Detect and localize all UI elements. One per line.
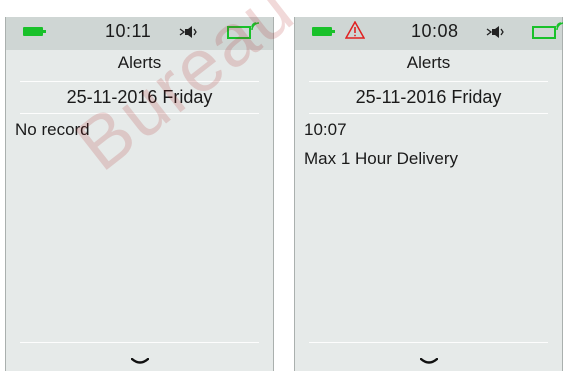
- page-title: Alerts: [406, 53, 451, 72]
- status-time: 10:08: [411, 21, 459, 41]
- status-time: 10:11: [105, 21, 152, 41]
- pump-signal-icon: [532, 22, 563, 39]
- date-line: 25-11-2016 Friday: [355, 87, 502, 107]
- battery-icon: [23, 27, 46, 36]
- record-text: Max 1 Hour Delivery: [304, 149, 458, 168]
- divider: [20, 113, 259, 114]
- record-time: 10:07: [304, 120, 347, 139]
- alert-icon: [345, 21, 365, 39]
- alerts-screen-right: 10:08 Alerts 25-11-2016 Friday 10:07 Max…: [294, 17, 563, 371]
- divider: [309, 81, 548, 82]
- battery-icon: [312, 27, 335, 36]
- sound-icon: [179, 26, 197, 38]
- page-title: Alerts: [117, 53, 162, 72]
- divider: [20, 342, 259, 343]
- date-line: 25-11-2016 Friday: [66, 87, 213, 107]
- sound-icon: [486, 26, 504, 38]
- alerts-screen-left: 10:11 Alerts 25-11-2016 Friday No record: [5, 17, 274, 371]
- pump-signal-icon: [227, 22, 260, 39]
- status-bar: 10:08: [295, 17, 563, 50]
- chevron-down-icon[interactable]: [419, 358, 438, 366]
- divider: [309, 342, 548, 343]
- cropped-caption-strip: [0, 0, 563, 17]
- status-bar: 10:11: [6, 17, 273, 50]
- chevron-down-icon[interactable]: [130, 358, 149, 366]
- record-text: No record: [15, 120, 90, 139]
- divider: [309, 113, 548, 114]
- divider: [20, 81, 259, 82]
